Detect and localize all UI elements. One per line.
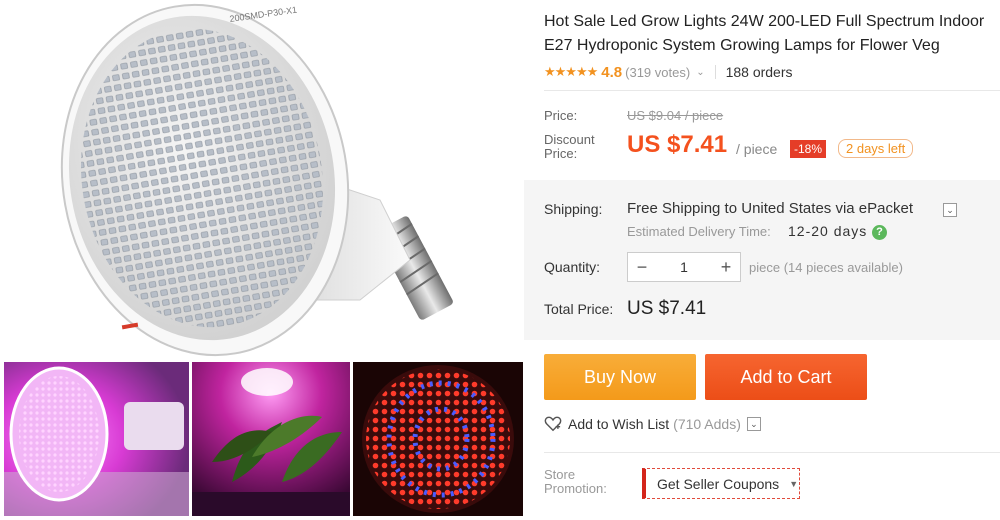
led-bulb-illustration: 200SMD-P30-X1	[0, 0, 524, 362]
delivery-time-label: Estimated Delivery Time:	[627, 224, 771, 239]
decrease-quantity-button[interactable]: −	[628, 257, 656, 278]
add-to-cart-button[interactable]: Add to Cart	[705, 354, 867, 400]
store-label-line-1: Store	[544, 467, 576, 482]
total-price-label: Total Price:	[544, 301, 614, 317]
thumbnail-2[interactable]	[192, 362, 350, 516]
product-title-line-1[interactable]: Hot Sale Led Grow Lights 24W 200-LED Ful…	[544, 10, 1000, 34]
product-title[interactable]: Hot Sale Led Grow Lights 24W 200-LED Ful…	[544, 10, 1000, 58]
question-icon[interactable]: ?	[872, 225, 887, 240]
star-icon: ★★★★★	[544, 64, 598, 79]
chevron-down-icon[interactable]: ⌄	[746, 417, 761, 431]
votes-count[interactable]: (319 votes)	[625, 65, 690, 80]
total-price-value: US $7.41	[627, 298, 707, 319]
discount-label-line-2: Price:	[544, 146, 578, 161]
divider	[714, 65, 716, 79]
discount-price-label: Discount Price:	[544, 133, 595, 161]
rating-value: 4.8	[601, 63, 623, 81]
main-product-image[interactable]: 200SMD-P30-X1	[0, 0, 524, 362]
quantity-stepper: − +	[627, 252, 741, 282]
discount-badge: -18%	[790, 140, 827, 158]
quantity-label: Quantity:	[544, 259, 601, 275]
plant-under-light-image	[192, 362, 350, 516]
delivery-time-value: 12-20 days	[788, 223, 868, 239]
purple-glow-bulb-image	[4, 362, 189, 516]
product-gallery: 200SMD-P30-X1	[0, 0, 524, 520]
thumbnail-3[interactable]	[353, 362, 523, 516]
shipping-label: Shipping:	[544, 201, 603, 217]
add-to-wishlist-link[interactable]: Add to Wish List	[568, 416, 669, 432]
coupon-label: Get Seller Coupons	[657, 475, 780, 492]
price-label: Price:	[544, 108, 578, 123]
per-piece-unit: / piece	[736, 141, 778, 157]
rating-row: ★★★★★ 4.8 (319 votes) ⌄ 188 orders	[544, 62, 793, 82]
discount-price: US $7.41	[627, 131, 728, 158]
buy-now-button[interactable]: Buy Now	[544, 354, 696, 400]
days-left-badge: 2 days left	[838, 139, 914, 158]
caret-down-icon: ▼	[789, 478, 799, 489]
red-blue-led-array-image	[353, 362, 523, 516]
divider	[544, 90, 1000, 91]
orders-count: 188 orders	[725, 64, 793, 80]
heart-icon[interactable]	[544, 416, 562, 432]
product-title-line-2[interactable]: E27 Hydroponic System Growing Lamps for …	[544, 34, 1000, 58]
store-label-line-2: Promotion:	[544, 481, 607, 496]
divider	[544, 452, 1000, 453]
original-price: US $9.04 / piece	[627, 108, 724, 123]
chevron-down-icon[interactable]: ⌄	[943, 203, 957, 217]
thumbnail-1[interactable]	[4, 362, 189, 516]
shipping-method[interactable]: Free Shipping to United States via ePack…	[627, 200, 913, 217]
increase-quantity-button[interactable]: +	[712, 257, 740, 278]
store-promotion-label: Store Promotion:	[544, 468, 607, 496]
quantity-availability: piece (14 pieces available)	[749, 260, 903, 275]
get-seller-coupons-dropdown[interactable]: Get Seller Coupons ▼	[642, 468, 800, 499]
product-info-panel: Hot Sale Led Grow Lights 24W 200-LED Ful…	[524, 0, 1000, 520]
quantity-input[interactable]	[656, 259, 712, 275]
wishlist-adds-count: (710 Adds)	[673, 416, 741, 432]
discount-label-line-1: Discount	[544, 132, 595, 147]
chevron-down-icon[interactable]: ⌄	[696, 67, 704, 78]
wishlist-row[interactable]: Add to Wish List (710 Adds) ⌄	[544, 414, 761, 434]
